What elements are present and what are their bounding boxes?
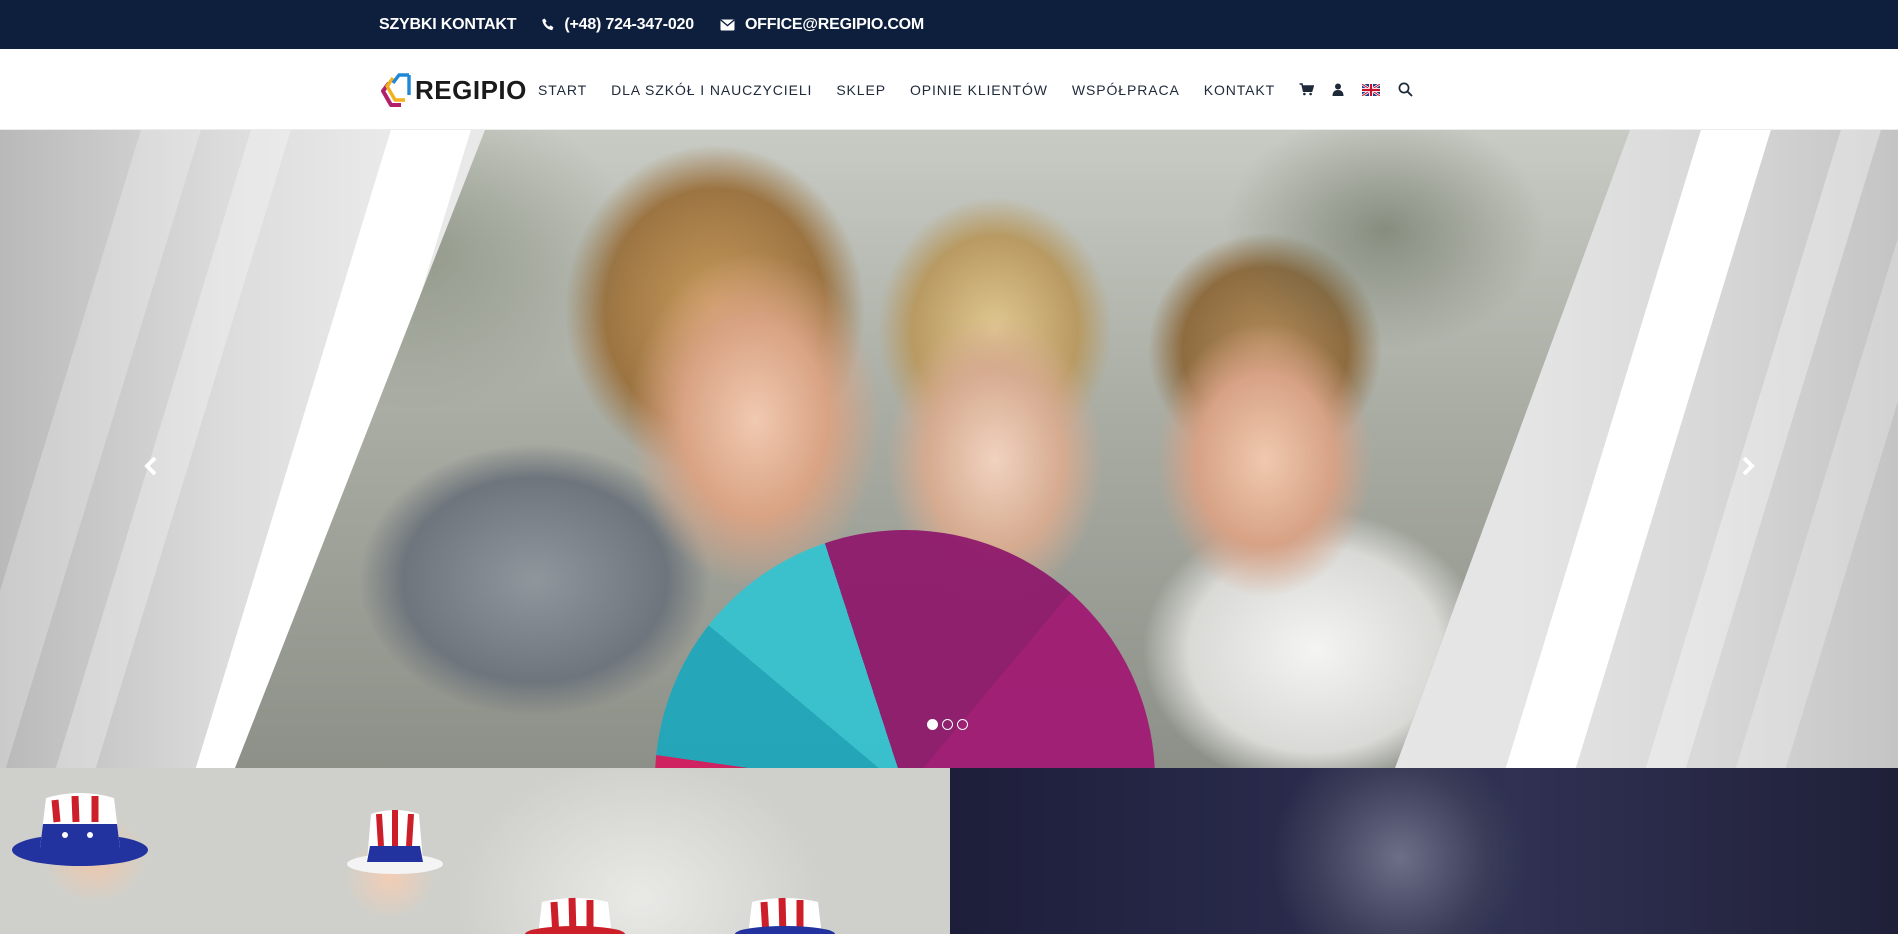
slider-dot-1[interactable]: [927, 719, 938, 730]
stars-and-stripes-hat: [12, 793, 148, 866]
nav-for-schools[interactable]: DLA SZKÓŁ I NAUCZYCIELI: [611, 82, 812, 98]
top-contact-bar: SZYBKI KONTAKT (+48) 724-347-020 OFFICE@…: [0, 0, 1898, 49]
feature-tile-right[interactable]: [950, 768, 1898, 934]
email-link[interactable]: OFFICE@REGIPIO.COM: [720, 16, 924, 34]
flashcards-fan: [655, 530, 1155, 768]
slider-next-arrow[interactable]: [1730, 448, 1766, 484]
stars-and-stripes-hat: [525, 897, 625, 934]
nav-start[interactable]: START: [538, 82, 587, 98]
phone-link[interactable]: (+48) 724-347-020: [542, 16, 694, 34]
chevron-left-icon: [144, 456, 157, 476]
brand-name: REGIPIO: [415, 74, 527, 105]
site-header: REGIPIO START DLA SZKÓŁ I NAUCZYCIELI SK…: [0, 49, 1898, 130]
regipio-logo-mark: [381, 73, 411, 107]
nav-shop[interactable]: SKLEP: [836, 82, 886, 98]
quick-contact-text: SZYBKI KONTAKT: [379, 15, 517, 33]
hero-slide-image: [235, 130, 1630, 768]
stars-and-stripes-hat: [735, 897, 835, 934]
slider-dot-3[interactable]: [957, 719, 968, 730]
nav-cooperation[interactable]: WSPÓŁPRACA: [1072, 82, 1180, 98]
slider-pagination: [927, 719, 968, 730]
slider-prev-arrow[interactable]: [133, 448, 169, 484]
hero-slider: [0, 130, 1898, 768]
quick-contact-label: SZYBKI KONTAKT: [379, 15, 517, 34]
nav-contact[interactable]: KONTAKT: [1204, 82, 1275, 98]
user-icon[interactable]: [1332, 83, 1344, 96]
stars-and-stripes-hat: [347, 810, 443, 874]
chevron-right-icon: [1742, 456, 1755, 476]
nav-testimonials[interactable]: OPINIE KLIENTÓW: [910, 82, 1048, 98]
phone-icon: [542, 18, 554, 31]
uk-flag-icon[interactable]: [1362, 83, 1381, 96]
feature-tile-left[interactable]: [0, 768, 950, 934]
search-icon[interactable]: [1398, 82, 1413, 97]
main-navigation: START DLA SZKÓŁ I NAUCZYCIELI SKLEP OPIN…: [538, 49, 1431, 130]
slider-dot-2[interactable]: [942, 719, 953, 730]
cart-icon[interactable]: [1299, 83, 1315, 96]
envelope-icon: [720, 18, 735, 31]
regipio-logo[interactable]: REGIPIO: [379, 68, 527, 112]
email-address: OFFICE@REGIPIO.COM: [744, 15, 925, 33]
phone-number: (+48) 724-347-020: [564, 15, 694, 33]
